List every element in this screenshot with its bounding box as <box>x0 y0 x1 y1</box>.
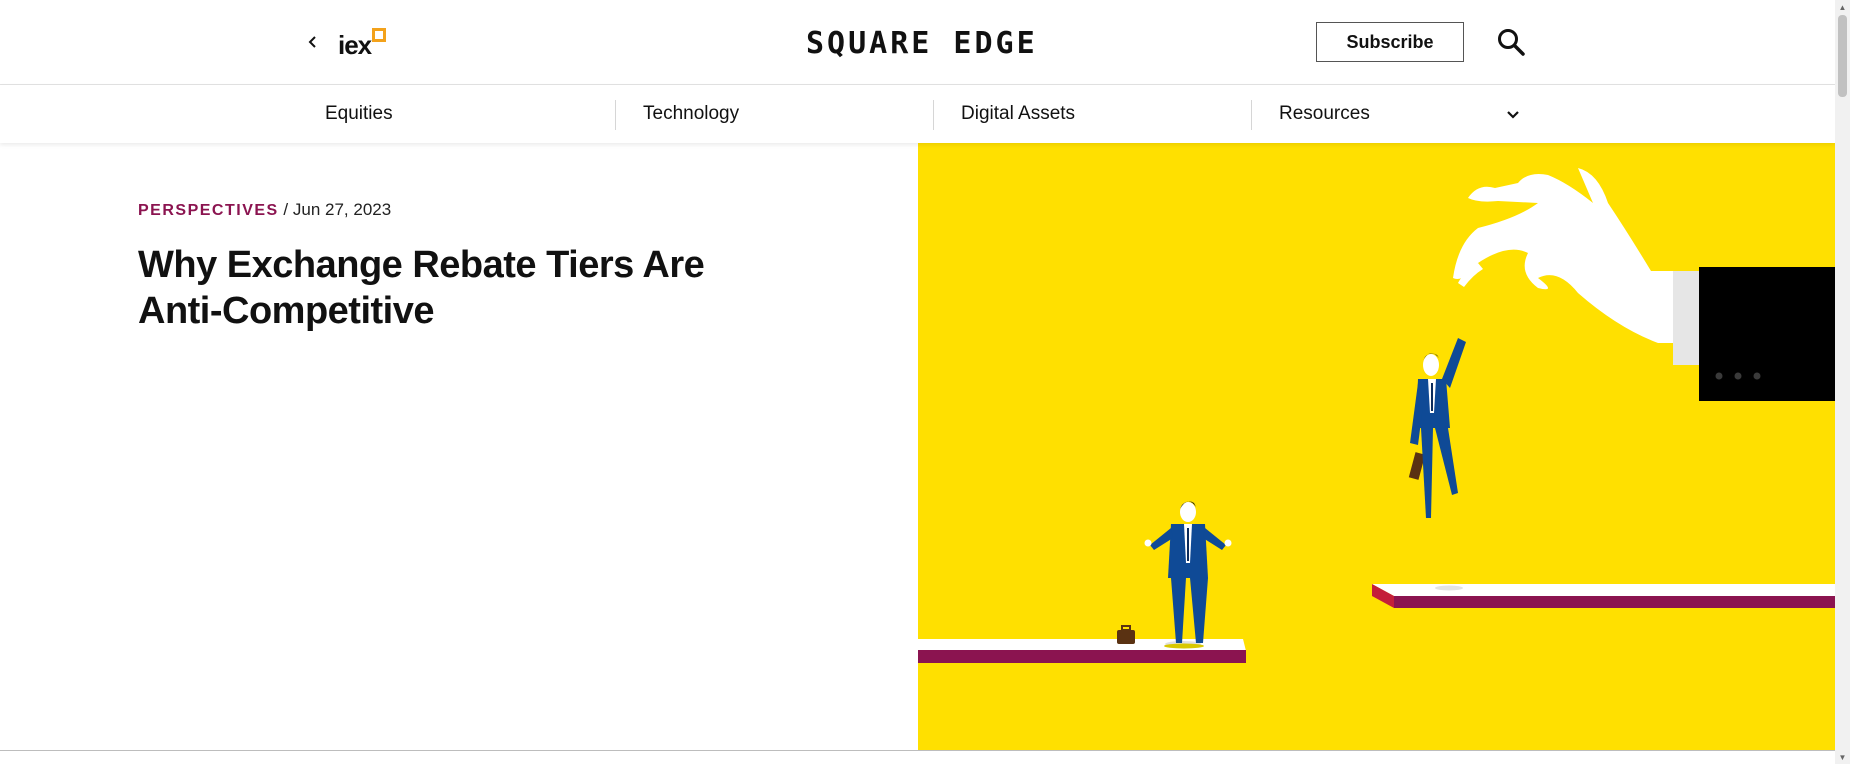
article-meta: PERSPECTIVES / Jun 27, 2023 <box>138 200 391 220</box>
nav-item-technology[interactable]: Technology <box>643 85 739 143</box>
hero-illustration <box>918 143 1835 750</box>
chevron-down-icon[interactable] <box>1503 104 1523 124</box>
site-brand[interactable]: SQUARE EDGE <box>806 26 1038 61</box>
nav-item-digital-assets[interactable]: Digital Assets <box>961 85 1075 143</box>
illustration-svg <box>918 143 1835 750</box>
article-hero-text <box>0 143 918 750</box>
scrollbar-thumb[interactable] <box>1838 15 1847 97</box>
logo-square-icon <box>372 28 386 42</box>
scroll-down-arrow-icon[interactable]: ▼ <box>1835 750 1850 764</box>
nav-divider <box>615 100 616 130</box>
publish-date: Jun 27, 2023 <box>292 200 392 219</box>
upper-platform <box>1372 584 1835 608</box>
page: iex SQUARE EDGE Subscribe Equities Techn… <box>0 0 1835 764</box>
subscribe-button[interactable]: Subscribe <box>1316 22 1464 62</box>
category-link[interactable]: PERSPECTIVES <box>138 202 279 219</box>
nav-item-equities[interactable]: Equities <box>325 85 393 143</box>
nav-item-resources[interactable]: Resources <box>1279 85 1370 143</box>
top-header: iex SQUARE EDGE Subscribe <box>0 0 1835 85</box>
nav-divider <box>1251 100 1252 130</box>
page-scrollbar[interactable]: ▲ ▼ <box>1835 0 1850 764</box>
back-chevron-icon[interactable] <box>303 28 323 56</box>
article-title: Why Exchange Rebate Tiers Are Anti-Compe… <box>138 244 705 332</box>
main-nav: Equities Technology Digital Assets Resou… <box>0 85 1835 143</box>
iex-logo[interactable]: iex <box>338 25 386 61</box>
nav-divider <box>933 100 934 130</box>
search-icon[interactable] <box>1496 27 1526 57</box>
scroll-up-arrow-icon[interactable]: ▲ <box>1835 0 1850 14</box>
meta-separator: / <box>278 200 293 219</box>
content-divider <box>0 750 1835 751</box>
